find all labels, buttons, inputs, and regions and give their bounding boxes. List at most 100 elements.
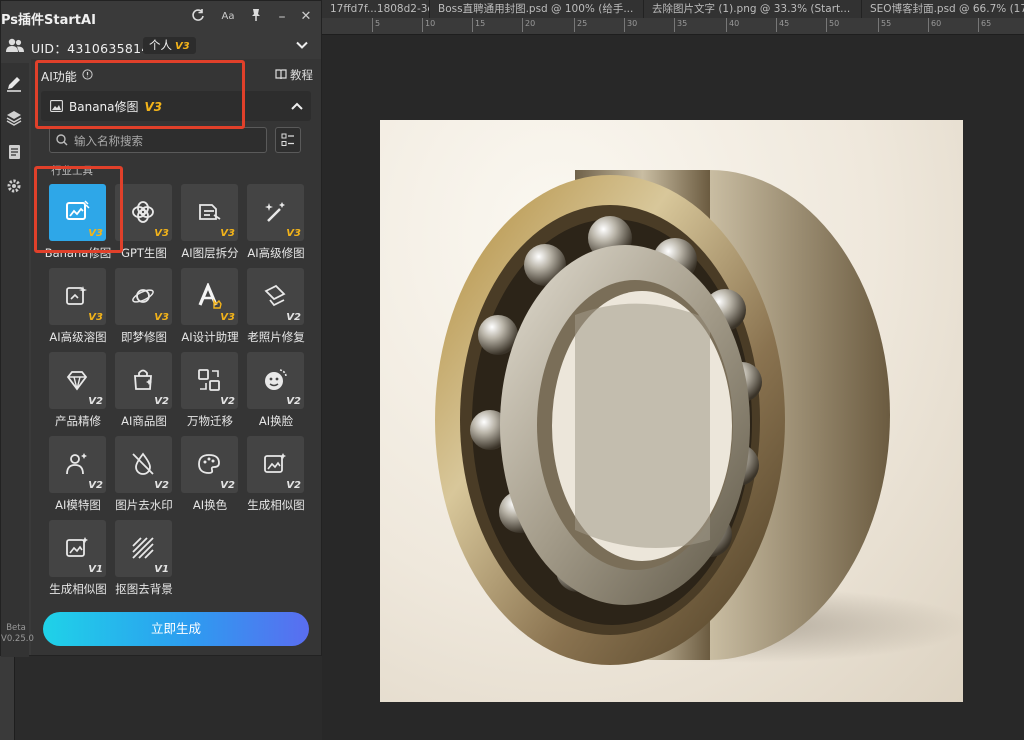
similar-image-icon (264, 453, 286, 473)
photo-restore-icon (264, 284, 286, 307)
minimize-icon[interactable]: – (273, 8, 291, 26)
tool-name: AI图层拆分 (181, 246, 239, 260)
tool-name: AI换脸 (258, 414, 294, 428)
tool-name: 图片去水印 (115, 498, 173, 512)
tool-product-image[interactable]: V2 AI商品图 (107, 351, 172, 431)
tool-tile[interactable]: V3 (247, 184, 304, 241)
plugin-side-nav (1, 63, 29, 657)
diamond-icon (66, 371, 88, 391)
tool-tile[interactable]: V2 (181, 352, 238, 409)
layer-split-icon (199, 204, 221, 220)
document-tab[interactable]: 去除图片文字 (1).png @ 33.3% (Start... (644, 0, 862, 18)
search-icon (56, 134, 68, 146)
tool-tile[interactable]: V2 (181, 436, 238, 493)
document-tab[interactable]: Boss直聘通用封图.psd @ 100% (给手... (430, 0, 644, 18)
similar-image-icon (66, 537, 88, 557)
tool-tile[interactable]: V2 (49, 352, 106, 409)
pen-icon[interactable] (5, 75, 23, 93)
tool-jimeng-retouch[interactable]: V3 即梦修图 (107, 267, 172, 347)
user-id: UID：4310635814 (31, 41, 150, 56)
generate-button[interactable]: 立即生成 (43, 612, 309, 646)
tool-tile[interactable]: V3 (181, 268, 238, 325)
ruler-tick: 55 (878, 18, 891, 32)
highlight-box (35, 60, 245, 129)
ruler-tick: 15 (472, 18, 485, 32)
plugin-content: AI功能 教程 Banana修图 V3 输入名称搜索 行业工具 V3 Banan… (31, 59, 321, 655)
tool-model-image[interactable]: V2 AI模特图 (41, 435, 106, 515)
tool-tile[interactable]: V1 (115, 520, 172, 577)
tool-similar-image-v1[interactable]: V1 生成相似图 (41, 519, 107, 599)
model-icon (66, 453, 87, 475)
bearing-photo[interactable] (380, 120, 963, 702)
beta-label: Beta (6, 623, 26, 633)
tool-remove-background[interactable]: V1 抠图去背景 (107, 519, 173, 599)
tool-remove-watermark[interactable]: V2 图片去水印 (107, 435, 173, 515)
tool-recolor[interactable]: V2 AI换色 (173, 435, 238, 515)
tool-tile[interactable]: V2 (115, 436, 172, 493)
tool-tile[interactable]: V3 (49, 268, 106, 325)
tool-advanced-blend[interactable]: V3 AI高级溶图 (41, 267, 107, 347)
pin-icon[interactable] (247, 8, 265, 26)
document-tab[interactable]: 17ffd7f...1808d2-3c4f97469.jpg @ 36.... (322, 0, 430, 18)
tool-tile[interactable]: V2 (247, 268, 304, 325)
search-input[interactable] (72, 131, 264, 151)
document-icon[interactable] (5, 143, 23, 161)
chevron-down-icon[interactable] (296, 41, 308, 50)
plan-version: V3 (175, 41, 190, 52)
tool-name: 老照片修复 (247, 330, 305, 344)
tool-name: AI换色 (192, 498, 228, 512)
tool-tile[interactable]: V3 (181, 184, 238, 241)
tool-tile[interactable]: V2 (247, 436, 304, 493)
gear-icon[interactable] (5, 177, 23, 195)
horizontal-ruler: 5 10 15 20 25 30 35 40 45 50 55 60 65 (322, 18, 1024, 35)
tool-tile[interactable]: V2 (115, 352, 172, 409)
tool-name: 产品精修 (55, 414, 101, 428)
version-badge: V1 (88, 564, 103, 575)
close-icon[interactable]: ✕ (297, 8, 315, 26)
tool-face-swap[interactable]: V2 AI换脸 (239, 351, 304, 431)
plan-badge[interactable]: 个人 V3 (143, 37, 196, 54)
ruler-tick: 40 (726, 18, 739, 32)
tool-tile[interactable]: V1 (49, 520, 106, 577)
view-toggle-button[interactable] (275, 127, 301, 153)
ruler-tick: 10 (422, 18, 435, 32)
tool-tile[interactable]: V2 (247, 352, 304, 409)
search-box[interactable] (49, 127, 267, 153)
tool-advanced-retouch[interactable]: V3 AI高级修图 (239, 183, 305, 263)
tool-name: 即梦修图 (121, 330, 167, 344)
tool-name: 抠图去背景 (115, 582, 173, 596)
version-badge: V3 (220, 312, 235, 323)
ruler-tick: 65 (978, 18, 991, 32)
remove-background-icon (132, 537, 154, 559)
tool-object-transfer[interactable]: V2 万物迁移 (173, 351, 238, 431)
chevron-up-icon[interactable] (291, 102, 303, 110)
tool-layer-split[interactable]: V3 AI图层拆分 (173, 183, 239, 263)
tool-tile[interactable]: V3 (115, 268, 172, 325)
version-badge: V3 (154, 312, 169, 323)
tool-design-assistant[interactable]: V3 AI设计助理 (173, 267, 239, 347)
tutorial-link[interactable]: 教程 (275, 67, 313, 83)
refresh-icon[interactable] (189, 8, 207, 26)
tool-photo-restore[interactable]: V2 老照片修复 (239, 267, 305, 347)
document-tab[interactable]: SEO博客封面.psd @ 66.7% (1787 (862, 0, 1024, 18)
color-palette-icon (198, 454, 220, 474)
tool-tile[interactable]: V2 (49, 436, 106, 493)
version-badge: V3 (286, 228, 301, 239)
plan-label: 个人 (149, 38, 172, 52)
tool-name: 生成相似图 (49, 582, 107, 596)
tool-name: AI设计助理 (181, 330, 239, 344)
version-badge: V3 (154, 228, 169, 239)
font-size-icon[interactable]: Aa (219, 8, 237, 26)
tool-tile[interactable]: V3 (115, 184, 172, 241)
version-badge: V1 (154, 564, 169, 575)
version-badge: V2 (154, 396, 169, 407)
panel-title: Ps插件StartAI (1, 13, 96, 28)
planet-icon (132, 289, 154, 303)
transfer-icon (198, 369, 220, 391)
tool-product-retouch[interactable]: V2 产品精修 (41, 351, 106, 431)
tool-name: AI模特图 (55, 498, 101, 512)
layers-icon[interactable] (5, 109, 23, 127)
tool-similar-image[interactable]: V2 生成相似图 (239, 435, 305, 515)
design-assistant-icon (198, 283, 222, 309)
version-badge: V2 (154, 480, 169, 491)
